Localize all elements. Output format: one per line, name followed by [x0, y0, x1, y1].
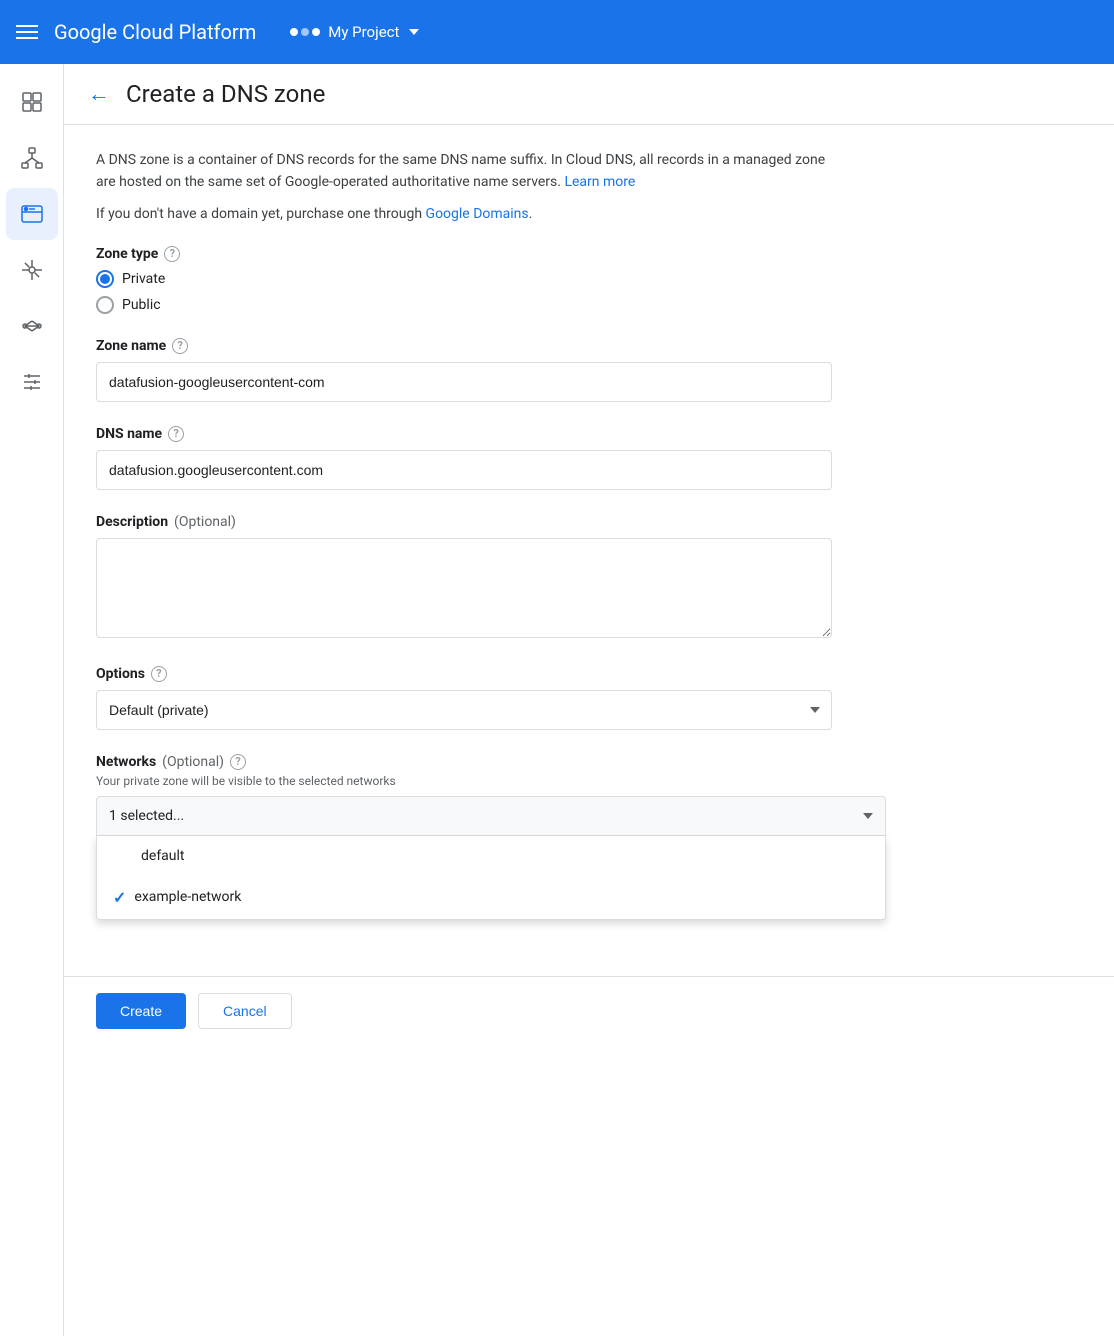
main-content: ← Create a DNS zone A DNS zone is a cont… — [64, 64, 1114, 1336]
google-domains-link[interactable]: Google Domains — [426, 206, 529, 222]
app-title: Google Cloud Platform — [54, 20, 256, 44]
description-section: A DNS zone is a container of DNS records… — [96, 149, 832, 222]
home-icon — [18, 88, 46, 116]
zone-type-section: Zone type ? Private Public — [96, 246, 832, 314]
dns-name-input[interactable] — [96, 450, 832, 490]
radio-public-button[interactable] — [96, 296, 114, 314]
radio-private-label: Private — [122, 271, 165, 287]
radio-private-inner — [100, 274, 110, 284]
project-selector[interactable]: My Project — [280, 17, 429, 47]
zone-type-help-icon[interactable]: ? — [164, 246, 180, 262]
networks-label: Networks — [96, 754, 156, 770]
options-label: Options ? — [96, 666, 832, 682]
options-select[interactable]: Default (private) — [96, 690, 832, 730]
options-help-icon[interactable]: ? — [151, 666, 167, 682]
radio-public[interactable]: Public — [96, 296, 832, 314]
sidebar-item-dns[interactable] — [6, 188, 58, 240]
networks-optional: (Optional) — [162, 754, 224, 770]
sidebar-item-firewall[interactable] — [6, 356, 58, 408]
network-topology-icon — [18, 144, 46, 172]
cancel-button[interactable]: Cancel — [198, 993, 292, 1029]
learn-more-link[interactable]: Learn more — [564, 174, 635, 190]
sidebar-item-routing[interactable] — [6, 244, 58, 296]
networks-section: Networks (Optional) ? Your private zone … — [96, 754, 832, 920]
network-example-check-icon: ✓ — [113, 888, 126, 907]
network-default-label: default — [141, 848, 185, 864]
network-item-example[interactable]: ✓ example-network — [97, 876, 885, 919]
description-paragraph: A DNS zone is a container of DNS records… — [96, 149, 832, 194]
page-title: Create a DNS zone — [126, 80, 325, 108]
networks-chevron-down-icon — [863, 813, 873, 819]
description-text: A DNS zone is a container of DNS records… — [96, 152, 825, 190]
project-icon — [290, 28, 320, 36]
routing-icon — [18, 256, 46, 284]
zone-type-label: Zone type ? — [96, 246, 832, 262]
zone-name-input[interactable] — [96, 362, 832, 402]
description-field-label: Description (Optional) — [96, 514, 832, 530]
zone-name-label: Zone name ? — [96, 338, 832, 354]
chevron-down-icon — [409, 29, 419, 35]
networks-subtitle: Your private zone will be visible to the… — [96, 774, 832, 788]
options-select-wrapper: Default (private) — [96, 690, 832, 730]
sidebar-item-network-topology[interactable] — [6, 132, 58, 184]
description-field-section: Description (Optional) — [96, 514, 832, 642]
description-optional: (Optional) — [174, 514, 236, 530]
sidebar — [0, 64, 64, 1336]
networks-label-row: Networks (Optional) ? — [96, 754, 832, 770]
action-buttons: Create Cancel — [64, 976, 1114, 1045]
interconnect-icon — [18, 312, 46, 340]
network-item-default[interactable]: default — [97, 836, 885, 876]
form-content: A DNS zone is a container of DNS records… — [64, 125, 864, 968]
dns-name-help-icon[interactable]: ? — [168, 426, 184, 442]
page-header: ← Create a DNS zone — [64, 64, 1114, 125]
networks-help-icon[interactable]: ? — [230, 754, 246, 770]
domain-paragraph: If you don't have a domain yet, purchase… — [96, 206, 832, 222]
sidebar-item-interconnect[interactable] — [6, 300, 58, 352]
dns-name-section: DNS name ? — [96, 426, 832, 490]
firewall-icon — [18, 368, 46, 396]
domain-text: If you don't have a domain yet, purchase… — [96, 206, 422, 222]
topbar: Google Cloud Platform My Project — [0, 0, 1114, 64]
description-textarea[interactable] — [96, 538, 832, 638]
dns-icon — [18, 200, 46, 228]
back-button[interactable]: ← — [88, 81, 110, 107]
network-example-label: example-network — [134, 889, 241, 905]
dns-name-label: DNS name ? — [96, 426, 832, 442]
menu-button[interactable] — [16, 25, 38, 39]
radio-public-label: Public — [122, 297, 161, 313]
zone-type-radio-group: Private Public — [96, 270, 832, 314]
options-section: Options ? Default (private) — [96, 666, 832, 730]
networks-dropdown-trigger[interactable]: 1 selected... — [96, 796, 886, 836]
create-button[interactable]: Create — [96, 993, 186, 1029]
networks-selected-label: 1 selected... — [109, 808, 184, 824]
networks-dropdown-list: default ✓ example-network — [96, 836, 886, 920]
zone-name-section: Zone name ? — [96, 338, 832, 402]
radio-private-button[interactable] — [96, 270, 114, 288]
radio-private[interactable]: Private — [96, 270, 832, 288]
networks-dropdown-container: 1 selected... default ✓ example-network — [96, 796, 886, 920]
sidebar-item-home[interactable] — [6, 76, 58, 128]
zone-name-help-icon[interactable]: ? — [172, 338, 188, 354]
project-name: My Project — [328, 23, 399, 41]
